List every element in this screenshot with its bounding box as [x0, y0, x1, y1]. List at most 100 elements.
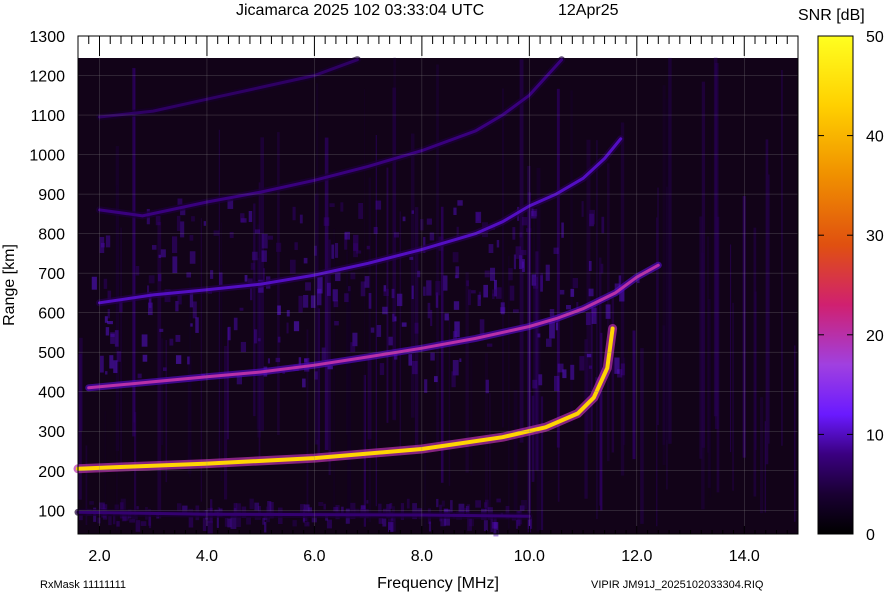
noise-streak: [768, 174, 770, 444]
spread-echo-pixel: [389, 503, 393, 509]
spread-echo-pixel: [356, 250, 362, 254]
spread-echo-pixel: [557, 363, 564, 373]
spread-echo-pixel: [190, 323, 193, 327]
spread-echo-pixel: [171, 236, 178, 254]
spread-echo-pixel: [110, 333, 115, 337]
x-tick-label: 8.0: [411, 548, 433, 565]
spread-echo-pixel: [303, 294, 309, 308]
spread-echo-pixel: [180, 221, 185, 238]
spread-echo-pixel: [277, 305, 281, 315]
spread-echo-pixel: [97, 517, 101, 524]
spread-echo-pixel: [89, 501, 94, 505]
spread-echo-pixel: [148, 515, 152, 529]
chart-date: 12Apr25: [558, 2, 619, 19]
spread-echo-pixel: [532, 379, 538, 389]
spread-echo-pixel: [453, 301, 460, 310]
spread-echo-pixel: [555, 322, 558, 331]
spread-echo-pixel: [275, 357, 281, 363]
spread-echo-pixel: [333, 506, 339, 512]
spread-echo-pixel: [496, 498, 501, 503]
noise-streak: [436, 64, 439, 443]
spread-echo-pixel: [189, 234, 194, 241]
spread-echo-pixel: [366, 245, 370, 250]
spread-echo-pixel: [430, 352, 435, 361]
spread-echo-pixel: [430, 309, 433, 327]
colorbar: [817, 35, 854, 535]
spread-echo-pixel: [492, 289, 497, 297]
noise-streak: [765, 139, 769, 465]
noise-streak: [470, 357, 473, 476]
noise-streak: [760, 397, 764, 514]
noise-streak: [540, 396, 544, 531]
spread-echo-pixel: [113, 360, 118, 374]
noise-streak: [489, 392, 491, 510]
spread-echo-pixel: [533, 276, 539, 289]
spread-echo-pixel: [452, 252, 459, 263]
spread-echo-pixel: [159, 328, 164, 332]
spread-echo-pixel: [436, 498, 439, 508]
x-axis-label: Frequency [MHz]: [377, 575, 499, 592]
spread-echo-pixel: [116, 521, 120, 527]
chart-title: Jicamarca 2025 102 03:33:04 UTC: [236, 2, 484, 19]
spread-echo-pixel: [538, 374, 543, 386]
spread-echo-pixel: [105, 235, 111, 248]
noise-streak: [665, 98, 668, 440]
spread-echo-pixel: [459, 358, 462, 362]
spread-echo-pixel: [334, 243, 339, 258]
noise-streak: [227, 327, 229, 440]
spread-echo-pixel: [601, 216, 605, 234]
file-label: VIPIR JM91J_2025102033304.RIQ: [591, 579, 764, 591]
spread-echo-pixel: [332, 289, 338, 302]
y-axis-label: Range [km]: [1, 244, 18, 326]
y-tick-label: 300: [38, 424, 65, 441]
spread-echo-pixel: [512, 309, 519, 313]
spread-echo-pixel: [187, 356, 190, 365]
spread-echo-pixel: [441, 500, 445, 507]
spread-echo-pixel: [444, 313, 449, 321]
spread-echo-pixel: [323, 217, 330, 226]
spread-echo-pixel: [565, 304, 571, 310]
spread-echo-pixel: [483, 502, 488, 508]
spread-echo-pixel: [292, 520, 297, 527]
noise-streak: [223, 345, 228, 500]
spread-echo-pixel: [162, 367, 167, 371]
spread-echo-pixel: [277, 336, 281, 343]
spread-echo-pixel: [522, 259, 525, 272]
spread-echo-pixel: [175, 334, 181, 342]
spread-echo-pixel: [368, 293, 372, 309]
spread-echo-pixel: [340, 202, 344, 212]
spread-echo-pixel: [392, 313, 395, 322]
spread-echo-pixel: [239, 307, 244, 311]
noise-streak: [502, 88, 504, 428]
colorbar-tick-label: 30: [866, 228, 884, 245]
spread-echo-pixel: [382, 518, 387, 527]
spread-echo-pixel: [251, 251, 258, 261]
spread-echo-pixel: [253, 329, 258, 344]
spread-echo-pixel: [375, 200, 382, 210]
y-tick-label: 1300: [29, 29, 65, 46]
spread-echo-pixel: [427, 302, 431, 319]
spread-echo-pixel: [151, 245, 157, 250]
spread-echo-pixel: [344, 293, 349, 303]
spread-echo-pixel: [213, 230, 220, 236]
spread-echo-pixel: [249, 498, 254, 510]
spread-echo-pixel: [451, 371, 456, 388]
y-tick-label: 800: [38, 227, 65, 244]
spread-echo-pixel: [466, 280, 470, 287]
spread-echo-pixel: [177, 294, 182, 305]
spread-echo-pixel: [116, 351, 121, 362]
noise-streak: [368, 177, 371, 523]
spread-echo-pixel: [148, 275, 155, 284]
spread-echo-pixel: [233, 317, 238, 331]
spread-echo-pixel: [294, 242, 298, 250]
spread-echo-pixel: [488, 244, 494, 254]
spread-echo-pixel: [157, 274, 162, 282]
y-tick-label: 700: [38, 266, 65, 283]
y-tick-label: 1200: [29, 69, 65, 86]
spread-echo-pixel: [414, 322, 419, 334]
spread-echo-pixel: [435, 281, 441, 296]
spread-echo-pixel: [388, 336, 393, 346]
spread-echo-pixel: [519, 232, 523, 238]
spread-echo-pixel: [158, 254, 161, 258]
spread-echo-pixel: [496, 239, 500, 248]
